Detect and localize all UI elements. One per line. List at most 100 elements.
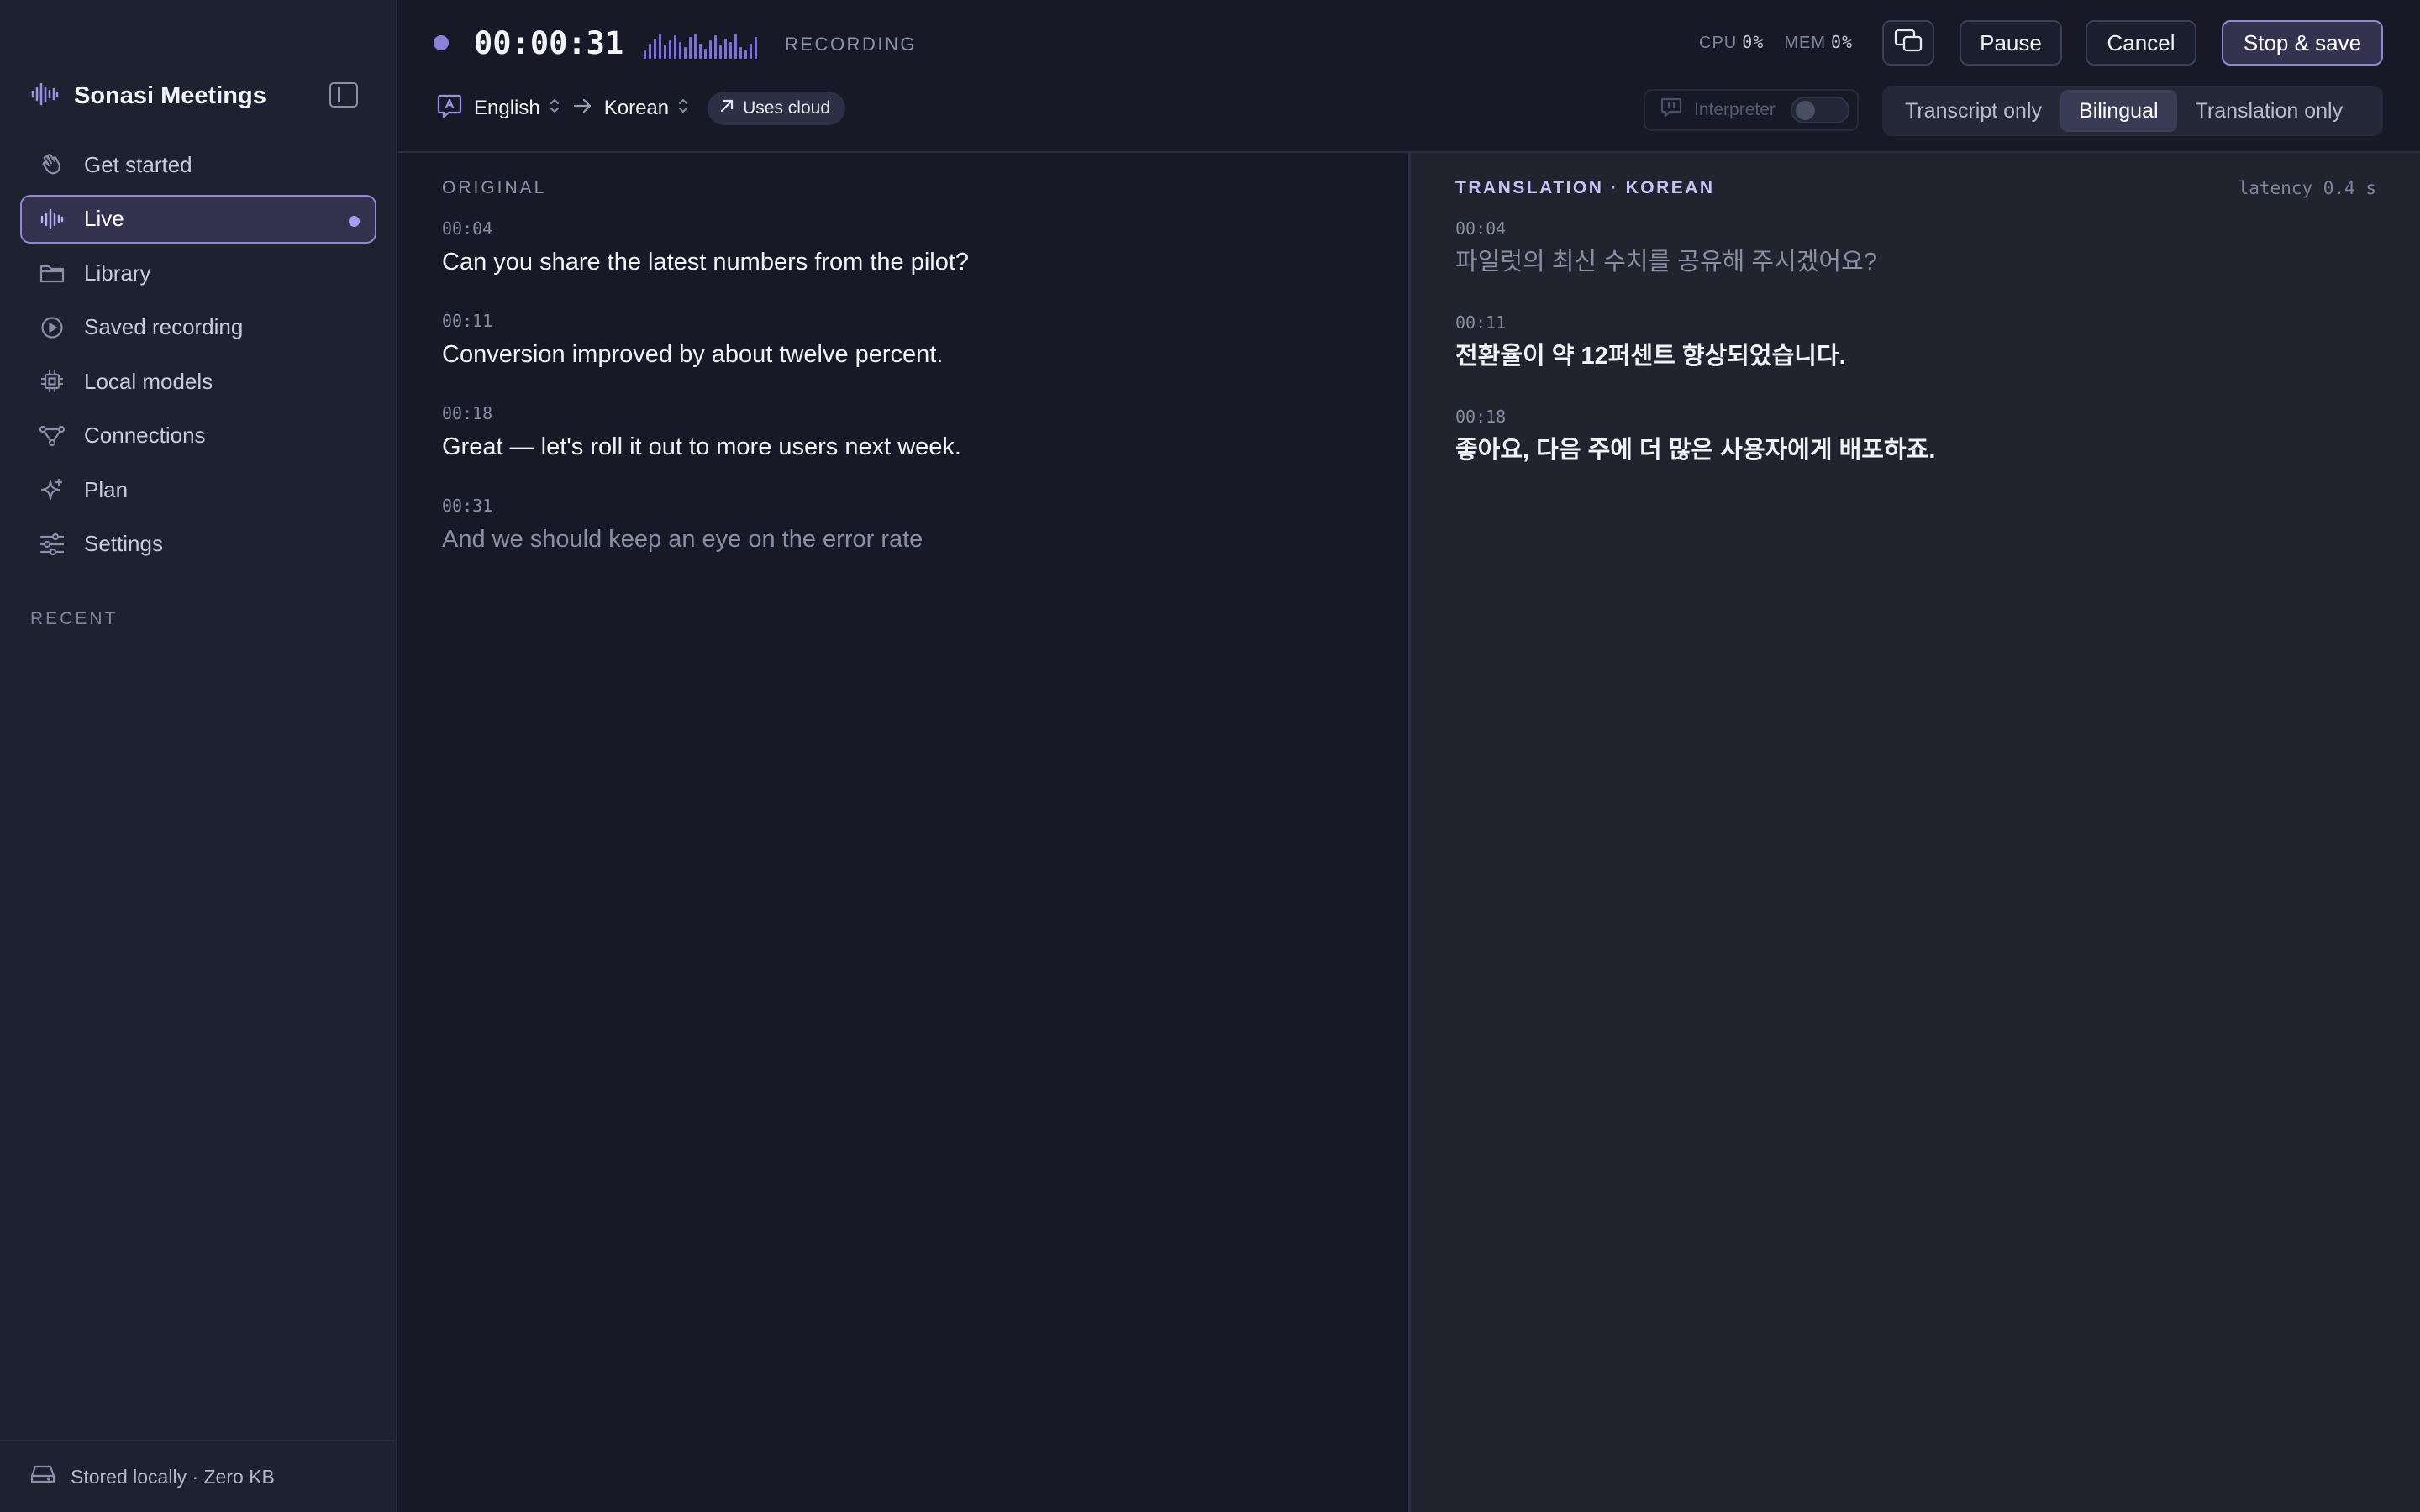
mem-label: MEM [1784, 34, 1826, 52]
audio-level-bar [714, 35, 717, 59]
audio-level-bar [724, 39, 727, 59]
sidebar-item-label: Live [84, 206, 124, 231]
chevron-up-down-icon [549, 97, 560, 121]
view-mode-segmented-control: Transcript only Bilingual Translation on… [1882, 86, 2383, 136]
translation-segment: 00:04 파일럿의 최신 수치를 공유해 주시겠어요? [1455, 217, 2380, 281]
recording-toolbar: 00:00:31 RECORDING CPU 0% MEM 0% Pause Can… [398, 0, 2420, 153]
network-icon [39, 423, 66, 449]
play-circle-icon [39, 314, 66, 341]
sidebar-nav: Get started Live Library Saved recording… [20, 140, 376, 574]
mem-value: 0% [1831, 32, 1854, 52]
picture-in-picture-icon [1894, 29, 1923, 58]
translation-pane: TRANSLATION · KOREAN latency 0.4 s 00:04… [1408, 153, 2420, 1512]
sidebar-item-label: Get started [84, 151, 192, 177]
segment-timestamp: 00:11 [442, 311, 493, 331]
segment-timestamp: 00:11 [1455, 312, 1507, 333]
audio-level-bar [719, 45, 722, 59]
storage-status: Stored locally · Zero KB [0, 1440, 396, 1512]
cpu-label: CPU [1699, 34, 1738, 52]
waveform-logo-icon [30, 81, 59, 111]
audio-level-bar [709, 40, 712, 59]
app-title: Sonasi Meetings [74, 81, 266, 109]
sidebar-item-live[interactable]: Live [20, 194, 376, 244]
live-indicator-dot [349, 215, 360, 227]
wave-hand-icon [39, 151, 66, 178]
sidebar-toggle-icon[interactable] [329, 82, 358, 108]
cpu-stat: CPU 0% [1699, 32, 1764, 53]
target-language-select[interactable]: Korean [604, 97, 689, 121]
segment-text: 파일럿의 최신 수치를 공유해 주시겠어요? [1455, 249, 1877, 276]
view-mode-transcript-only[interactable]: Transcript only [1886, 90, 2060, 132]
translation-segments: 00:04 파일럿의 최신 수치를 공유해 주시겠어요? 00:11 전환율이 … [1455, 217, 2380, 499]
sidebar-item-saved-recording[interactable]: Saved recording [20, 303, 376, 352]
audio-level-bar [684, 47, 687, 59]
sidebar-item-get-started[interactable]: Get started [20, 140, 376, 189]
audio-level-bar [654, 39, 656, 59]
resource-stats: CPU 0% MEM 0% [1699, 32, 1853, 53]
interpreter-label: Interpreter [1694, 100, 1776, 119]
sidebar-item-label: Library [84, 260, 151, 286]
audio-level-bar [750, 44, 752, 59]
sidebar-item-settings[interactable]: Settings [20, 520, 376, 569]
waveform-icon [39, 206, 66, 233]
transcript-segment: 00:18 Great — let's roll it out to more … [442, 402, 1366, 465]
sidebar-item-local-models[interactable]: Local models [20, 357, 376, 406]
sidebar: Sonasi Meetings Get started Live Library… [0, 0, 397, 1512]
view-mode-bilingual[interactable]: Bilingual [2060, 90, 2177, 132]
original-segments: 00:04 Can you share the latest numbers f… [442, 217, 1366, 586]
hard-drive-icon [30, 1464, 55, 1489]
chevron-up-down-icon [677, 97, 689, 121]
audio-level-bar [734, 34, 737, 59]
segment-timestamp: 00:18 [442, 403, 493, 423]
segment-timestamp: 00:04 [1455, 218, 1507, 239]
picture-in-picture-button[interactable] [1882, 20, 1934, 66]
stop-and-save-button[interactable]: Stop & save [2222, 20, 2383, 66]
arrow-right-icon [572, 97, 592, 120]
audio-level-bar [744, 50, 747, 59]
sidebar-item-label: Saved recording [84, 314, 244, 339]
uses-cloud-badge[interactable]: Uses cloud [708, 92, 845, 125]
segment-timestamp: 00:04 [442, 218, 493, 239]
folder-icon [39, 260, 66, 286]
pause-button[interactable]: Pause [1960, 20, 2062, 66]
segment-timestamp: 00:31 [442, 496, 493, 516]
sidebar-item-connections[interactable]: Connections [20, 412, 376, 460]
storage-label: Stored locally · Zero KB [71, 1465, 275, 1488]
audio-level-bar [679, 42, 681, 59]
sidebar-item-plan[interactable]: Plan [20, 465, 376, 514]
transcript-segment: 00:11 Conversion improved by about twelv… [442, 309, 1366, 373]
view-mode-translation-only[interactable]: Translation only [2177, 90, 2362, 132]
audio-level-meter [642, 32, 765, 63]
audio-level-bar [674, 35, 676, 59]
cancel-button[interactable]: Cancel [2086, 20, 2196, 66]
source-language-select[interactable]: English [474, 97, 560, 121]
audio-level-bar [659, 34, 661, 59]
recording-status: RECORDING [785, 34, 917, 55]
sidebar-item-label: Settings [84, 531, 163, 556]
translate-icon [437, 93, 462, 124]
audio-level-bar [689, 37, 692, 59]
sidebar-item-library[interactable]: Library [20, 249, 376, 297]
transcript-segment-in-progress: 00:31 And we should keep an eye on the e… [442, 494, 1366, 558]
translation-segment: 00:11 전환율이 약 12퍼센트 향상되었습니다. [1455, 311, 2380, 375]
interpreter-toggle-group: Interpreter [1644, 89, 1859, 131]
sidebar-item-label: Plan [84, 476, 129, 502]
uses-cloud-label: Uses cloud [743, 98, 830, 118]
original-pane-label: ORIGINAL [442, 178, 547, 197]
latency-readout: latency 0.4 s [2238, 178, 2376, 198]
segment-text: And we should keep an eye on the error r… [442, 526, 923, 553]
audio-level-bar [694, 34, 697, 59]
segment-timestamp: 00:18 [1455, 407, 1507, 427]
translation-pane-label: TRANSLATION · KOREAN [1455, 178, 1715, 197]
original-transcript-pane: ORIGINAL 00:04 Can you share the latest … [398, 153, 1408, 1512]
audio-level-bar [669, 40, 671, 59]
source-language: English [474, 97, 540, 119]
interpreter-toggle[interactable] [1790, 97, 1849, 123]
speech-bubble-icon [1660, 97, 1682, 123]
chip-icon [39, 368, 66, 395]
transcript-segment: 00:04 Can you share the latest numbers f… [442, 217, 1366, 281]
sidebar-item-label: Local models [84, 368, 213, 394]
recent-section-label: RECENT [30, 609, 118, 628]
sidebar-item-label: Connections [84, 423, 206, 448]
audio-level-bar [729, 42, 732, 59]
